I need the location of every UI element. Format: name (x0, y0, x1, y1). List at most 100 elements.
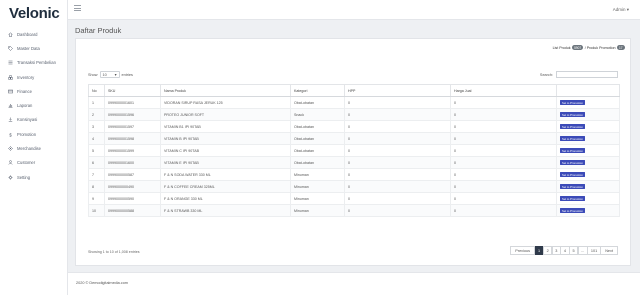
sidebar-item-label: Konsinyasi (17, 117, 38, 123)
dollar-icon: $ (8, 132, 13, 137)
cell-sku: 0999000001600 (104, 156, 161, 169)
sidebar-item-merchandise[interactable]: Merchandise (0, 141, 68, 155)
set-to-promotion-button[interactable]: Set to Promotion (560, 147, 585, 154)
sidebar-item-transaksi-pembelian[interactable]: Transaksi Pembelian (0, 56, 68, 70)
counter-separator: / (584, 45, 586, 50)
cell-harga-jual: 0 (450, 192, 557, 205)
previous-page-button[interactable]: Previous (510, 246, 536, 255)
sidebar-item-finance[interactable]: Finance (0, 84, 68, 98)
page-title: Daftar Produk (75, 26, 122, 35)
entries-label: entries (121, 72, 133, 77)
boxes-icon (8, 74, 13, 80)
cell-action: Set to Promotion (556, 132, 620, 145)
column-header-hpp[interactable]: HPP (344, 84, 451, 97)
pagination: Previous 1 2 3 4 5... 101 Next (510, 246, 618, 255)
entries-select[interactable]: 10 ▾ (99, 71, 120, 78)
topbar: Admin ▾ (68, 0, 640, 20)
sidebar-item-laporan[interactable]: Laporan (0, 98, 68, 112)
cell-hpp: 0 (344, 120, 451, 133)
menu-toggle-icon[interactable] (74, 5, 81, 11)
sidebar-item-inventory[interactable]: Inventory (0, 70, 68, 84)
brand-logo[interactable]: Velonic (9, 5, 60, 22)
cell-harga-jual: 0 (450, 180, 557, 193)
table-row: 7 0999000000587 F & N SODA WATER 330 ML Min… (88, 168, 620, 181)
cell-sku: 0999000001601 (104, 96, 161, 109)
cell-action: Set to Promotion (556, 108, 620, 121)
set-to-promotion-button[interactable]: Set to Promotion (560, 171, 585, 178)
search-label: Search: (539, 72, 553, 77)
cell-no: 2 (88, 108, 105, 121)
column-header-kategori[interactable]: Kategori (290, 84, 345, 97)
set-to-promotion-button[interactable]: Set to Promotion (560, 111, 585, 118)
cell-hpp: 0 (344, 96, 451, 109)
sidebar-item-label: Merchandise (17, 146, 41, 152)
cell-no: 1 (88, 96, 105, 109)
sidebar: Velonic Dashboard Master Data Transaksi Pe… (0, 0, 68, 295)
cell-product-name: F & N SODA WATER 330 ML (160, 168, 291, 181)
list-icon (8, 60, 13, 65)
cell-hpp: 0 (344, 132, 451, 145)
show-label: Show (88, 72, 98, 77)
table-row: 5 0999000001599 VITAMIN C IPI 90TAB Obat-ob… (88, 144, 620, 157)
sidebar-item-konsinyasi[interactable]: Konsinyasi (0, 113, 68, 127)
user-menu[interactable]: Admin ▾ (613, 7, 629, 13)
table-row: 4 0999000001598 VITAMIN B IPI 90TAB Obat-ob… (88, 132, 620, 145)
column-header-harga-jual[interactable]: Harga Jual (450, 84, 557, 97)
set-to-promotion-button[interactable]: Set to Promotion (560, 183, 585, 190)
cell-action: Set to Promotion (556, 96, 620, 109)
home-icon (8, 32, 13, 37)
cell-harga-jual: 0 (450, 96, 557, 109)
cell-category: Obat-obatan (290, 144, 345, 157)
product-card: List Produk 5907 / Produk Promotion 17 S… (75, 38, 631, 266)
page-button-101[interactable]: 101 (587, 246, 601, 255)
column-header-no[interactable]: No (88, 84, 105, 97)
sidebar-item-promotion[interactable]: $ Promotion (0, 127, 68, 141)
table-row: 9 0999000000590 F & N ORANGE 330 ML Minuman… (88, 192, 620, 205)
cell-sku: 0999000001596 (104, 108, 161, 121)
cell-hpp: 0 (344, 144, 451, 157)
sidebar-item-label: Inventory (17, 74, 35, 80)
set-to-promotion-button[interactable]: Set to Promotion (560, 195, 585, 202)
sidebar-item-label: Setting (17, 174, 31, 180)
cell-action: Set to Promotion (556, 204, 620, 217)
sidebar-item-master-data[interactable]: Master Data (0, 41, 68, 55)
sidebar-item-dashboard[interactable]: Dashboard (0, 27, 68, 41)
cell-sku: 0999000000587 (104, 168, 161, 181)
cell-product-name: VITAMIN B IPI 90TAB (160, 132, 291, 145)
produk-promotion-label: Produk Promotion (586, 45, 616, 50)
cell-hpp: 0 (344, 168, 451, 181)
sidebar-item-setting[interactable]: Setting (0, 170, 68, 184)
cell-product-name: VITAMIN C IPI 90TAB (160, 144, 291, 157)
set-to-promotion-button[interactable]: Set to Promotion (560, 135, 585, 142)
search-input[interactable] (556, 71, 618, 78)
sidebar-nav: Dashboard Master Data Transaksi Pembelian I… (0, 27, 68, 184)
column-header-nama-produk[interactable]: Nama Produk (160, 84, 291, 97)
cell-sku: 0999000000490 (104, 180, 161, 193)
sidebar-item-label: Promotion (17, 131, 37, 137)
sidebar-item-label: Transaksi Pembelian (17, 60, 56, 66)
next-page-button[interactable]: Next (600, 246, 618, 255)
set-to-promotion-button[interactable]: Set to Promotion (560, 123, 585, 130)
product-counters: List Produk 5907 / Produk Promotion 17 (553, 45, 626, 50)
column-header-sku[interactable]: SKU (104, 84, 161, 97)
column-header-action (556, 84, 620, 97)
table-row: 8 0999000000490 F & N COFFEE CREAM 325ML Mi… (88, 180, 620, 193)
pagination-ellipsis[interactable]: ... (577, 246, 588, 255)
set-to-promotion-button[interactable]: Set to Promotion (560, 99, 585, 106)
cell-sku: 0999000001597 (104, 120, 161, 133)
cell-action: Set to Promotion (556, 168, 620, 181)
set-to-promotion-button[interactable]: Set to Promotion (560, 207, 585, 214)
list-produk-count-badge: 5907 (572, 45, 584, 50)
tag-icon (8, 46, 13, 51)
cell-product-name: VITAMIN B1 IPI 90TAB (160, 120, 291, 133)
sidebar-item-customer[interactable]: Customer (0, 156, 68, 170)
set-to-promotion-button[interactable]: Set to Promotion (560, 159, 585, 166)
table-info: Showing 1 to 10 of 1,008 entries (88, 250, 140, 254)
footer: 2020 © Demodigitalmedia.com (68, 272, 640, 295)
cell-harga-jual: 0 (450, 144, 557, 157)
cell-product-name: VITAMIN E IPI 90TAB (160, 156, 291, 169)
table-row: 1 0999000001601 VIDORAN SIRUP RASA JERUK 1… (88, 96, 620, 109)
cell-category: Obat-obatan (290, 96, 345, 109)
cell-sku: 0999000000590 (104, 192, 161, 205)
chevron-down-icon: ▾ (114, 73, 117, 77)
